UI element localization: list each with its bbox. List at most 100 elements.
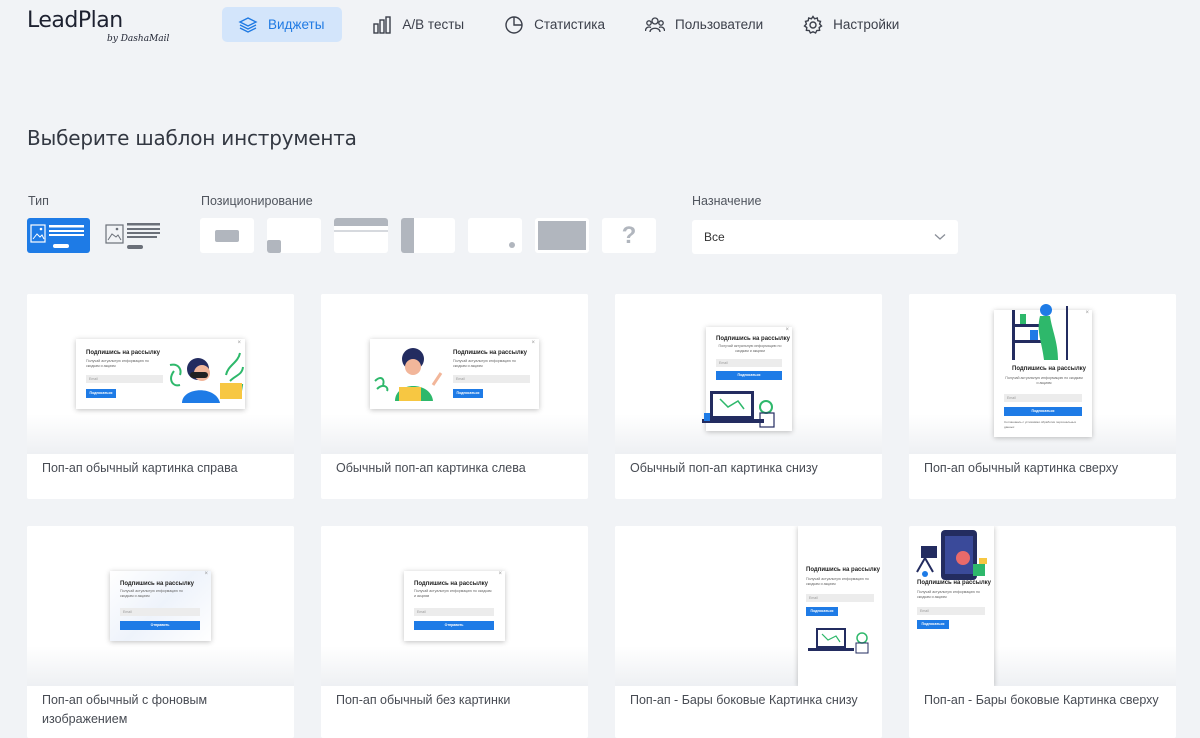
preview-popup-desc: Получай актуальную информацию по скидкам… — [1005, 376, 1083, 385]
template-preview: Подпишись на рассылку Получай актуальную… — [27, 294, 294, 454]
position-corner-dot[interactable] — [468, 218, 522, 253]
template-card[interactable]: Подпишись на рассылку Получай актуальную… — [27, 526, 294, 738]
users-icon — [645, 16, 665, 32]
leadplan-logo[interactable]: LeadPlan by DashaMail — [27, 8, 169, 44]
logo-text: LeadPlan — [27, 8, 123, 33]
position-center[interactable] — [200, 218, 254, 253]
template-card[interactable]: Подпишись на рассылку Получай актуальную… — [27, 294, 294, 499]
popup-type-icon — [30, 224, 84, 248]
position-fullscreen[interactable] — [535, 218, 589, 253]
position-corner-dot-icon — [509, 242, 515, 248]
preview-popup: Подпишись на рассылку Получай актуальную… — [76, 339, 245, 409]
nav-ab-tests-label: A/B тесты — [402, 17, 465, 32]
preview-popup-title: Подпишись на рассылку — [716, 336, 790, 342]
preview-popup-title: Подпишись на рассылку — [917, 580, 991, 586]
illustration-image — [808, 628, 869, 654]
position-other[interactable]: ? — [602, 218, 656, 253]
type-popup-button[interactable] — [27, 218, 90, 253]
preview-popup-button: Подписаться — [1004, 407, 1082, 416]
template-card[interactable]: Подпишись на рассылку Получай актуальную… — [321, 526, 588, 738]
preview-popup: Подпишись на рассылку Получай актуальную… — [370, 339, 539, 409]
nav-ab-tests[interactable]: A/B тесты — [356, 7, 480, 42]
page-title: Выберите шаблон инструмента — [27, 126, 357, 150]
preview-popup-button: Подписаться — [716, 371, 782, 380]
logo-subtext: by DashaMail — [107, 34, 170, 44]
question-icon: ? — [621, 222, 637, 249]
illustration-image — [374, 348, 443, 401]
chevron-down-icon — [934, 234, 946, 240]
position-fullscreen-icon — [538, 221, 586, 250]
illustration-image — [916, 530, 987, 580]
preview-popup-button: Подписаться — [86, 389, 116, 398]
preview-popup: Подпишись на рассылку Получай актуальную… — [994, 304, 1092, 437]
preview-popup-email: Email — [453, 375, 530, 383]
top-header: LeadPlan by DashaMail Виджеты A/B тесты … — [0, 0, 1200, 52]
position-bottom-left[interactable] — [267, 218, 321, 253]
preview-popup: Подпишись на рассылку Получай актуальную… — [404, 571, 505, 641]
template-card[interactable]: Подпишись на рассылку Получай актуальную… — [615, 526, 882, 738]
layers-icon — [238, 16, 258, 33]
position-center-icon — [215, 230, 239, 242]
preview-popup-button: Подписаться — [453, 389, 483, 398]
nav-settings-label: Настройки — [833, 17, 900, 32]
purpose-select-value: Все — [704, 230, 725, 244]
preview-popup: Подпишись на рассылку Получай актуальную… — [702, 327, 792, 431]
type-bar-button[interactable] — [100, 218, 163, 253]
template-card[interactable]: Подпишись на рассылку Получай актуальную… — [615, 294, 882, 499]
preview-popup-desc: Получай актуальную информацию по скидкам… — [917, 590, 980, 599]
preview-popup: Подпишись на рассылку Получай актуальную… — [110, 571, 211, 641]
template-preview: Подпишись на рассылку Получай актуальную… — [909, 294, 1176, 454]
preview-popup-title: Подпишись на рассылку — [120, 581, 194, 587]
template-card-label: Обычный поп-ап картинка слева — [336, 461, 526, 475]
template-card[interactable]: Подпишись на рассылку Получай актуальную… — [909, 294, 1176, 499]
type-filter-label: Тип — [28, 194, 49, 208]
preview-popup-desc: Получай актуальную информацию по скидкам… — [120, 589, 183, 598]
template-preview: Подпишись на рассылку Получай актуальную… — [615, 294, 882, 454]
purpose-filter-label: Назначение — [692, 194, 762, 208]
preview-popup-email: Email — [86, 375, 163, 383]
template-preview: Подпишись на рассылку Получай актуальную… — [27, 526, 294, 686]
preview-popup-button: Подписаться — [917, 620, 949, 629]
illustration-image — [169, 352, 244, 403]
illustration-image — [702, 391, 775, 428]
template-preview: Подпишись на рассылку Получай актуальную… — [321, 526, 588, 686]
bar-chart-icon — [373, 15, 392, 34]
template-card-label: Поп-ап обычный без картинки — [336, 693, 511, 707]
template-card-label: Поп-ап - Бары боковые Картинка сверху — [924, 693, 1159, 707]
template-card-label: Поп-ап обычный картинка сверху — [924, 461, 1119, 475]
position-top-bar-icon — [334, 218, 388, 226]
nav-users-label: Пользователи — [675, 17, 764, 32]
preview-popup-title: Подпишись на рассылку — [806, 567, 880, 573]
close-icon: × — [204, 571, 208, 577]
preview-popup-title: Подпишись на рассылку — [86, 350, 160, 356]
template-card-label: Поп-ап обычный с фоновым изображением — [42, 693, 208, 726]
close-icon: × — [498, 571, 502, 577]
preview-popup-button: Подписаться — [806, 607, 838, 616]
template-card[interactable]: Подпишись на рассылку Получай актуальную… — [321, 294, 588, 499]
illustration-image — [1012, 304, 1068, 360]
preview-popup-email: Email — [414, 608, 494, 616]
nav-widgets[interactable]: Виджеты — [222, 7, 343, 42]
preview-popup-email: Email — [917, 607, 985, 615]
nav-widgets-label: Виджеты — [268, 17, 325, 32]
preview-popup-desc: Получай актуальную информацию по скидкам… — [806, 577, 869, 586]
template-card-label: Поп-ап - Бары боковые Картинка снизу — [630, 693, 858, 707]
nav-users[interactable]: Пользователи — [629, 7, 779, 42]
main-nav: Виджеты A/B тесты Статистика Пользовател… — [222, 7, 923, 42]
position-top-bar[interactable] — [334, 218, 388, 253]
preview-popup-desc: Получай актуальную информацию по скидкам… — [86, 359, 149, 368]
position-side-left[interactable] — [401, 218, 455, 253]
preview-popup-title: Подпишись на рассылку — [1012, 366, 1086, 372]
template-card[interactable]: Подпишись на рассылку Получай актуальную… — [909, 526, 1176, 738]
close-icon: × — [531, 340, 535, 346]
nav-settings[interactable]: Настройки — [787, 7, 915, 42]
preview-popup-email: Email — [806, 594, 874, 602]
preview-popup-title: Подпишись на рассылку — [414, 581, 488, 587]
nav-statistics[interactable]: Статистика — [488, 7, 621, 42]
nav-statistics-label: Статистика — [534, 17, 605, 32]
position-side-left-icon — [401, 218, 414, 253]
preview-popup-consent: Соглашаюсь с условиями обработки персона… — [1004, 420, 1077, 429]
preview-popup-title: Подпишись на рассылку — [453, 350, 527, 356]
purpose-select[interactable]: Все — [692, 220, 958, 254]
preview-popup-email: Email — [1004, 394, 1082, 402]
